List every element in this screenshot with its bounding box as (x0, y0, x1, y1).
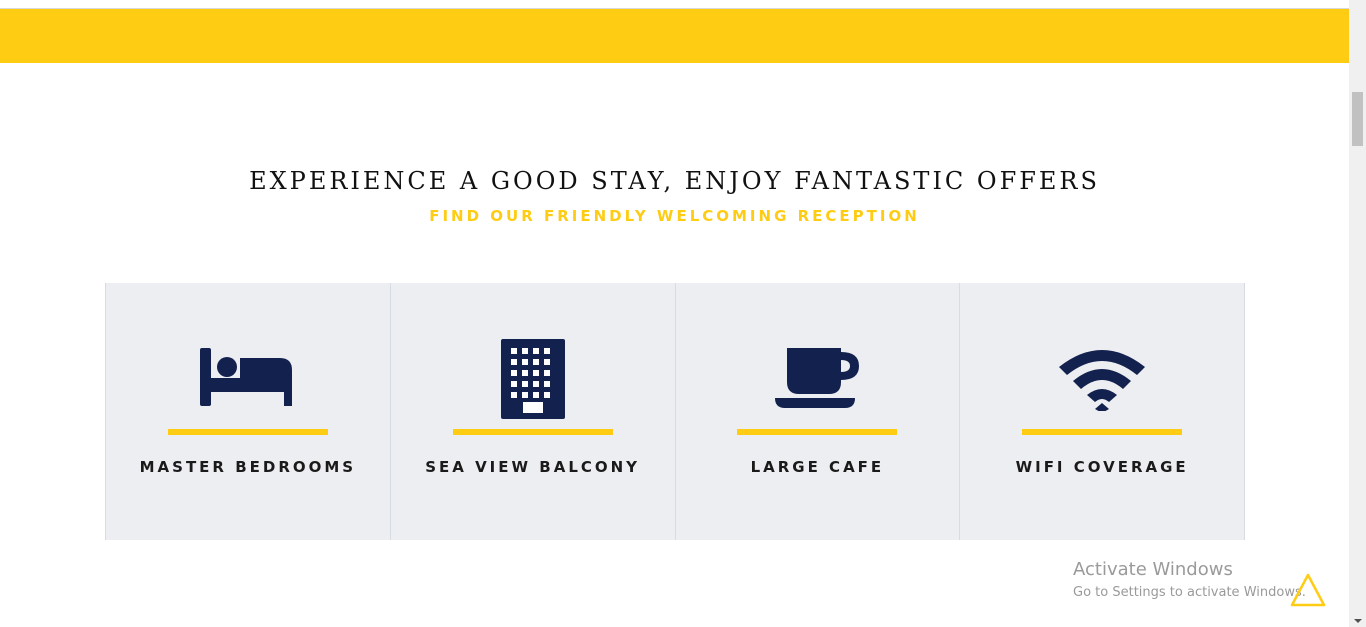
feature-card-cafe: LARGE CAFE (674, 283, 960, 540)
browser-top-edge (0, 0, 1349, 9)
feature-card-balcony: SEA VIEW BALCONY (389, 283, 675, 540)
windows-activation-watermark: Activate Windows Go to Settings to activ… (1073, 559, 1306, 602)
feature-card-wifi: WIFI COVERAGE (959, 283, 1245, 540)
building-icon (483, 337, 583, 421)
feature-label: WIFI COVERAGE (1015, 458, 1189, 476)
wifi-icon (1052, 337, 1152, 421)
bed-icon (198, 337, 298, 421)
feature-label: LARGE CAFE (750, 458, 885, 476)
section-title: EXPERIENCE A GOOD STAY, ENJOY FANTASTIC … (249, 167, 1100, 195)
section-subtitle: FIND OUR FRIENDLY WELCOMING RECEPTION (429, 207, 920, 225)
feature-card-bedrooms: MASTER BEDROOMS (105, 283, 390, 540)
scroll-down-arrow-icon[interactable] (1354, 619, 1362, 623)
accent-bar (167, 429, 328, 435)
watermark-title: Activate Windows (1073, 559, 1233, 580)
scrollbar-thumb[interactable] (1352, 92, 1363, 146)
features-grid: MASTER BEDROOMS SEA VIEW BALCONY LARGE C… (105, 283, 1245, 540)
feature-label: MASTER BEDROOMS (139, 458, 357, 476)
header-band (0, 9, 1349, 63)
accent-bar (1022, 429, 1183, 435)
coffee-cup-icon (767, 337, 867, 421)
warning-icon (1290, 573, 1326, 607)
page-scrollbar[interactable] (1349, 0, 1366, 627)
page: EXPERIENCE A GOOD STAY, ENJOY FANTASTIC … (0, 0, 1349, 627)
accent-bar (737, 429, 898, 435)
watermark-subtitle: Go to Settings to activate Windows. (1073, 585, 1306, 600)
accent-bar (452, 429, 613, 435)
feature-label: SEA VIEW BALCONY (425, 458, 641, 476)
